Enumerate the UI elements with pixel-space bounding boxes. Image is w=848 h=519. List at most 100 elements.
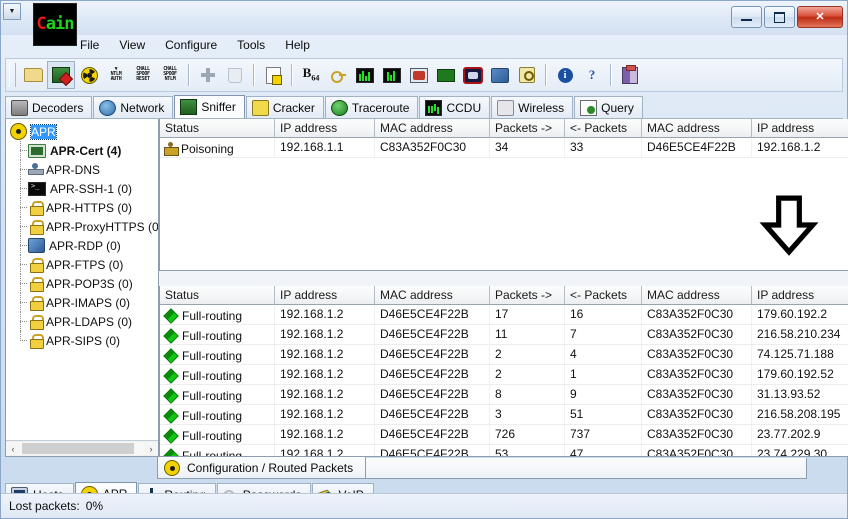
rdp-icon <box>28 238 45 253</box>
tab-wireless[interactable]: Wireless <box>491 96 574 118</box>
menu-item-tools[interactable]: Tools <box>228 36 274 54</box>
tree-node-apr-https[interactable]: APR-HTTPS (0) <box>10 198 158 217</box>
decoders-icon <box>11 99 28 116</box>
menu-item-view[interactable]: View <box>110 36 154 54</box>
column-header-ip-b[interactable]: IP address <box>752 119 848 138</box>
wpa-calculator-button[interactable] <box>379 62 405 88</box>
table-row[interactable]: Full-routing 192.168.1.2 D46E5CE4F22B 2 … <box>160 345 848 366</box>
menu-item-configure[interactable]: Configure <box>156 36 226 54</box>
tab-traceroute[interactable]: Traceroute <box>324 96 419 118</box>
help-button[interactable]: ? <box>579 62 605 88</box>
column-header-mac-b[interactable]: MAC address <box>642 119 752 138</box>
apr-tree: APR APR-Cert (4) APR-DNS APR-SSH-1 (0) A… <box>6 119 158 440</box>
remote-monitor-button[interactable] <box>460 62 486 88</box>
tree-hscroll-track[interactable] <box>20 442 144 455</box>
tree-horizontal-scrollbar[interactable]: ‹ › <box>6 440 158 456</box>
tree-node-apr-dns[interactable]: APR-DNS <box>10 160 158 179</box>
tree-node-apr-proxyhttps[interactable]: APR-ProxyHTTPS (0) <box>10 217 158 236</box>
tree-node-apr-imaps[interactable]: APR-IMAPS (0) <box>10 293 158 312</box>
start-stop-sniffer-button[interactable] <box>47 61 75 89</box>
cell-packets-rev: 4 <box>565 345 642 365</box>
remove-button[interactable] <box>222 62 248 88</box>
tab-decoders[interactable]: Decoders <box>5 96 93 118</box>
column-header-mac-a[interactable]: MAC address <box>375 119 490 138</box>
minimize-button[interactable] <box>731 6 762 28</box>
cell-status-label: Full-routing <box>182 368 243 383</box>
cell-status: Full-routing <box>160 445 275 456</box>
table-row[interactable]: Poisoning 192.168.1.1 C83A352F0C30 34 33… <box>160 138 848 158</box>
tree-node-apr-ftps[interactable]: APR-FTPS (0) <box>10 255 158 274</box>
ntlm-auth-button[interactable]: ▼ NTLM AUTH <box>103 62 129 88</box>
sniffer-icon <box>180 99 198 115</box>
keyboard-button[interactable] <box>433 62 459 88</box>
table-row[interactable]: Full-routing 192.168.1.2 D46E5CE4F22B 2 … <box>160 365 848 386</box>
column-header-ip-b[interactable]: IP address <box>752 286 848 306</box>
table-row[interactable]: Full-routing 192.168.1.2 D46E5CE4F22B 72… <box>160 425 848 446</box>
tab-cracker[interactable]: Cracker <box>245 96 324 118</box>
cell-ip-a: 192.168.1.1 <box>275 138 375 157</box>
table-row[interactable]: Full-routing 192.168.1.2 D46E5CE4F22B 11… <box>160 325 848 346</box>
rsa-token-button[interactable] <box>406 62 432 88</box>
column-header-status[interactable]: Status <box>160 286 275 306</box>
inner-tab-configuration-routed-packets[interactable]: Configuration / Routed Packets <box>157 457 367 479</box>
tab-ccdu[interactable]: CCDU <box>419 96 491 118</box>
close-button[interactable]: ✕ <box>797 6 843 28</box>
maximize-button[interactable] <box>764 6 795 28</box>
column-header-packets-fwd[interactable]: Packets -> <box>490 286 565 306</box>
tree-hscroll-thumb[interactable] <box>22 443 134 454</box>
column-header-packets-rev[interactable]: <- Packets <box>565 286 642 306</box>
tree-node-apr-rdp[interactable]: APR-RDP (0) <box>10 236 158 255</box>
cell-mac-a: D46E5CE4F22B <box>375 305 490 325</box>
about-button[interactable]: i <box>552 62 578 88</box>
tab-query[interactable]: Query <box>574 96 643 118</box>
tab-network[interactable]: Network <box>93 96 174 118</box>
scroll-right-icon[interactable]: › <box>144 442 158 455</box>
tree-node-apr-sips[interactable]: APR-SIPS (0) <box>10 331 158 350</box>
page-button[interactable] <box>260 62 286 88</box>
table-row[interactable]: Full-routing 192.168.1.2 D46E5CE4F22B 3 … <box>160 405 848 426</box>
cell-ip-b: 216.58.208.195 <box>752 405 848 424</box>
tree-node-apr-root[interactable]: APR <box>10 122 158 141</box>
exit-button[interactable] <box>617 62 643 88</box>
dns-icon <box>28 163 44 176</box>
table-row[interactable]: Full-routing 192.168.1.2 D46E5CE4F22B 17… <box>160 305 848 326</box>
base64-decoder-button[interactable]: B64 <box>298 62 324 88</box>
column-header-packets-rev[interactable]: <- Packets <box>565 119 642 138</box>
access-database-button[interactable] <box>352 62 378 88</box>
app-logo-letter-c: C <box>36 14 47 34</box>
tree-node-apr-pop3s[interactable]: APR-POP3S (0) <box>10 274 158 293</box>
column-header-status[interactable]: Status <box>160 119 275 138</box>
cell-status-label: Full-routing <box>182 408 243 423</box>
poisoning-icon <box>164 142 179 156</box>
tree-node-apr-ssh-1[interactable]: APR-SSH-1 (0) <box>10 179 158 198</box>
tree-node-apr-ldaps[interactable]: APR-LDAPS (0) <box>10 312 158 331</box>
menu-item-help[interactable]: Help <box>276 36 319 54</box>
system-menu-icon[interactable]: ▼ <box>3 3 21 20</box>
inner-tab-strip: Configuration / Routed Packets <box>5 457 843 479</box>
toolbar-grip[interactable] <box>9 63 16 87</box>
wrench-button[interactable] <box>514 62 540 88</box>
rdp-button[interactable] <box>487 62 513 88</box>
table-row[interactable]: Full-routing 192.168.1.2 D46E5CE4F22B 8 … <box>160 385 848 406</box>
cell-ip-a: 192.168.1.2 <box>275 405 375 425</box>
cisco-key-button[interactable] <box>325 62 351 88</box>
column-header-ip-a[interactable]: IP address <box>275 119 375 138</box>
column-header-mac-a[interactable]: MAC address <box>375 286 490 306</box>
chall-spoof-reset-button[interactable]: CHALL SPOOF RESET <box>130 62 156 88</box>
add-to-list-button[interactable] <box>195 62 221 88</box>
tree-node-apr-cert[interactable]: APR-Cert (4) <box>10 141 158 160</box>
column-header-mac-b[interactable]: MAC address <box>642 286 752 306</box>
cell-mac-b: D46E5CE4F22B <box>642 138 752 157</box>
column-header-ip-a[interactable]: IP address <box>275 286 375 306</box>
scroll-left-icon[interactable]: ‹ <box>6 442 20 455</box>
open-folder-button[interactable] <box>20 62 46 88</box>
start-stop-apr-button[interactable] <box>76 62 102 88</box>
start-stop-sniffer-icon <box>52 67 70 83</box>
certificate-icon <box>28 143 46 158</box>
column-header-packets-fwd[interactable]: Packets -> <box>490 119 565 138</box>
tab-sniffer[interactable]: Sniffer <box>174 95 245 118</box>
chall-spoof-ntlm-button[interactable]: CHALL SPOOF NTLM <box>157 62 183 88</box>
cell-status: Full-routing <box>160 325 275 345</box>
table-row[interactable]: Full-routing 192.168.1.2 D46E5CE4F22B 53… <box>160 445 848 456</box>
cell-ip-b: 74.125.71.188 <box>752 345 848 364</box>
